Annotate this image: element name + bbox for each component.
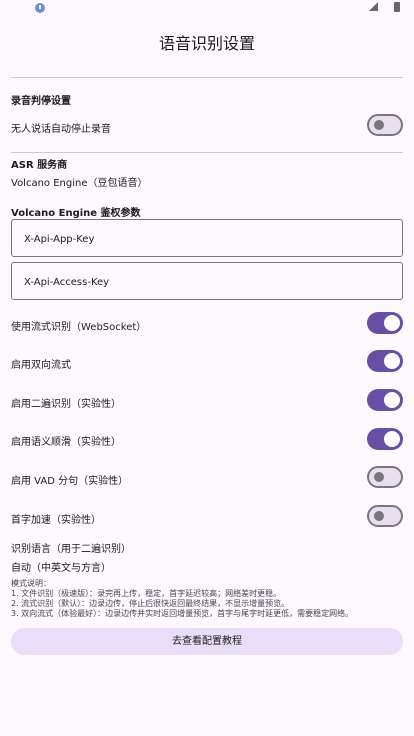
auto-stop-label: 无人说话自动停止录音 [11, 124, 111, 135]
streaming-label: 使用流式识别（WebSocket） [11, 322, 147, 333]
access-key-field[interactable] [11, 262, 403, 301]
switch-thumb [374, 472, 384, 482]
battery-icon [394, 2, 400, 12]
mode-note-line: 1. 文件识别（极速版）：录完再上传，稳定，首字延迟较高；网络差时更稳。 [11, 589, 282, 598]
app-key-field[interactable] [11, 219, 403, 258]
asr-section-title: ASR 服务商 [11, 160, 68, 171]
download-notification-icon [35, 3, 45, 13]
language-label: 识别语言（用于二遍识别） [11, 544, 131, 555]
switch-thumb [374, 511, 384, 521]
language-value[interactable]: 自动（中英文与方言） [11, 559, 111, 574]
bidirectional-switch[interactable] [367, 350, 403, 372]
section-divider [11, 152, 403, 153]
access-key-input[interactable] [22, 263, 396, 301]
asr-provider-value[interactable]: Volcano Engine（豆包语音） [11, 174, 148, 189]
signal-icon [369, 2, 378, 11]
page-title: 语音识别设置 [158, 34, 255, 53]
second-pass-label: 启用二遍识别（实验性） [11, 399, 121, 410]
vad-split-label: 启用 VAD 分句（实验性） [11, 476, 129, 487]
bidirectional-label: 启用双向流式 [11, 360, 71, 371]
mode-note-line: 2. 流式识别（默认）：边录边传，停止后很快返回最终结果，不显示增量预览。 [11, 599, 290, 608]
first-char-speedup-switch[interactable] [367, 505, 403, 527]
auto-stop-switch[interactable] [367, 114, 403, 136]
mode-note: 模式说明： 1. 文件识别（极速版）：录完再上传，稳定，首字延迟较高；网络差时更稳… [11, 579, 353, 619]
second-pass-switch[interactable] [367, 389, 403, 411]
record-stop-section-title: 录音判停设置 [11, 96, 71, 107]
switch-thumb [384, 353, 400, 369]
header-divider [11, 77, 403, 78]
status-bar [0, 0, 414, 16]
switch-thumb [384, 392, 400, 408]
semantic-smooth-label: 启用语义顺滑（实验性） [11, 437, 121, 448]
semantic-smooth-switch[interactable] [367, 428, 403, 450]
streaming-switch[interactable] [367, 312, 403, 334]
switch-thumb [384, 431, 400, 447]
switch-thumb [384, 315, 400, 331]
first-char-speedup-label: 首字加速（实验性） [11, 515, 101, 526]
auth-section-title: Volcano Engine 鉴权参数 [11, 208, 141, 219]
vad-split-switch[interactable] [367, 466, 403, 488]
tutorial-button[interactable]: 去查看配置教程 [11, 628, 403, 655]
switch-thumb [374, 120, 384, 130]
mode-note-heading: 模式说明： [11, 579, 51, 588]
app-key-input[interactable] [22, 220, 396, 258]
mode-note-line: 3. 双向流式（体验最好）：边录边传并实时返回增量预览，首字与尾字时延更低，需要… [11, 609, 354, 618]
